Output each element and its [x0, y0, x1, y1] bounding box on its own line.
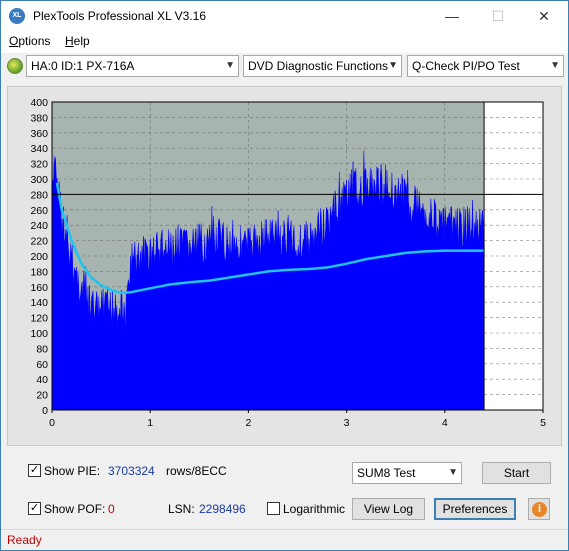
menu-options-accel: O: [9, 34, 19, 48]
view-log-button[interactable]: View Log: [352, 498, 425, 520]
y-tick-label: 100: [30, 328, 48, 340]
x-tick-label: 2: [245, 417, 251, 429]
drive-select-value: HA:0 ID:1 PX-716A: [31, 59, 135, 73]
y-tick-label: 380: [30, 112, 48, 124]
drive-select[interactable]: HA:0 ID:1 PX-716A ▼: [26, 55, 239, 77]
preferences-button[interactable]: Preferences: [434, 498, 516, 520]
y-tick-label: 60: [36, 359, 48, 371]
sum-test-select[interactable]: SUM8 Test ▼: [352, 462, 462, 484]
y-tick-label: 280: [30, 189, 48, 201]
menu-help-rest: elp: [73, 34, 90, 48]
y-tick-label: 120: [30, 313, 48, 325]
status-text: Ready: [7, 533, 42, 547]
x-tick-label: 0: [49, 417, 55, 429]
y-tick-label: 260: [30, 205, 48, 217]
info-button[interactable]: i: [528, 498, 550, 520]
sum-test-select-value: SUM8 Test: [357, 466, 416, 480]
y-tick-label: 340: [30, 143, 48, 155]
drive-status-icon: [7, 58, 23, 74]
chevron-down-icon: ▼: [550, 60, 560, 71]
pie-total-value: 3703324: [108, 464, 155, 478]
status-bar: Ready: [1, 529, 568, 550]
start-button[interactable]: Start: [482, 462, 551, 484]
toolbar: HA:0 ID:1 PX-716A ▼ DVD Diagnostic Funct…: [1, 53, 568, 81]
window-title: PlexTools Professional XL V3.16: [33, 9, 206, 23]
x-tick-label: 4: [442, 417, 448, 429]
app-window: XL PlexTools Professional XL V3.16 — ☐ ✕…: [0, 0, 569, 551]
y-tick-label: 160: [30, 282, 48, 294]
minimize-button[interactable]: —: [429, 1, 475, 31]
y-tick-label: 300: [30, 174, 48, 186]
function-select[interactable]: DVD Diagnostic Functions ▼: [243, 55, 402, 77]
x-tick-label: 5: [540, 417, 546, 429]
chevron-down-icon: ▼: [225, 60, 235, 71]
test-select-value: Q-Check PI/PO Test: [412, 59, 520, 73]
show-pie-label: Show PIE:: [44, 464, 101, 478]
pie-unit: rows/8ECC: [166, 464, 227, 478]
y-tick-label: 220: [30, 236, 48, 248]
app-logo-icon: XL: [9, 8, 25, 24]
logarithmic-checkbox[interactable]: [267, 502, 280, 515]
pie-po-chart: 0204060801001201401601802002202402602803…: [30, 97, 546, 429]
y-tick-label: 240: [30, 220, 48, 232]
chevron-down-icon: ▼: [448, 467, 458, 478]
menu-help-accel: H: [65, 34, 74, 48]
show-pie-checkbox[interactable]: ✓: [28, 464, 41, 477]
y-tick-label: 400: [30, 97, 48, 109]
y-tick-label: 180: [30, 266, 48, 278]
info-icon: i: [532, 502, 547, 517]
chart-panel: 0 20 40 60 80 100 120 140 160 180 200 220 240 260 280 3…: [7, 86, 562, 446]
y-tick-label: 80: [36, 343, 48, 355]
menu-help[interactable]: Help: [65, 34, 90, 48]
controls-panel: ✓ Show PIE: 3703324 rows/8ECC SUM8 Test …: [7, 453, 562, 525]
show-pof-checkbox[interactable]: ✓: [28, 502, 41, 515]
lsn-label: LSN:: [168, 502, 195, 516]
y-tick-label: 200: [30, 251, 48, 263]
y-tick-label: 140: [30, 297, 48, 309]
test-select[interactable]: Q-Check PI/PO Test ▼: [407, 55, 564, 77]
pof-value: 0: [108, 502, 115, 516]
chevron-down-icon: ▼: [388, 60, 398, 71]
y-tick-label: 20: [36, 390, 48, 402]
y-tick-label: 40: [36, 374, 48, 386]
x-tick-label: 3: [344, 417, 350, 429]
maximize-button[interactable]: ☐: [475, 1, 521, 31]
logarithmic-label: Logarithmic: [283, 502, 346, 516]
menu-options[interactable]: Options: [9, 34, 50, 48]
y-tick-label: 320: [30, 159, 48, 171]
y-tick-label: 0: [42, 405, 48, 417]
show-pof-label: Show POF:: [44, 502, 106, 516]
menu-bar: Options Help: [1, 31, 568, 53]
title-bar: XL PlexTools Professional XL V3.16 — ☐ ✕: [1, 1, 568, 31]
y-tick-label: 360: [30, 128, 48, 140]
menu-options-rest: ptions: [18, 34, 51, 48]
x-tick-label: 1: [147, 417, 153, 429]
function-select-value: DVD Diagnostic Functions: [248, 59, 389, 73]
close-button[interactable]: ✕: [521, 1, 567, 31]
lsn-value: 2298496: [199, 502, 246, 516]
